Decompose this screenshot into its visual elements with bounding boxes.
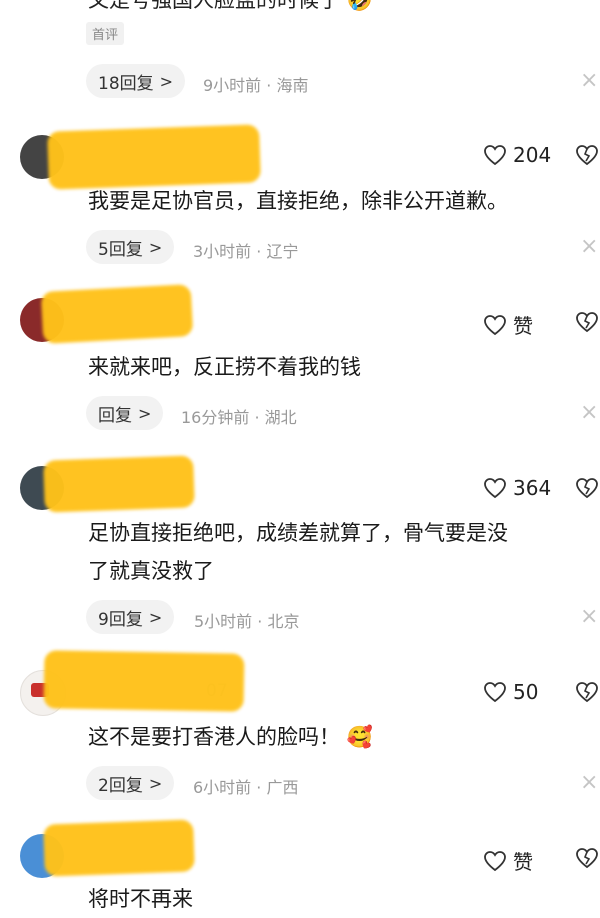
reply-label: 9回复 <box>98 609 143 630</box>
reply-label: 5回复 <box>98 239 143 260</box>
comment-text: 我要是足协官员，直接拒绝，除非公开道歉。 <box>88 189 508 213</box>
chevron-right-icon: > <box>138 403 152 423</box>
first-comment-badge: 首评 <box>86 22 125 45</box>
broken-heart-icon <box>576 848 598 869</box>
chevron-right-icon: > <box>148 607 163 627</box>
like-count: 赞 <box>513 850 533 874</box>
like-count: 204 <box>513 143 552 167</box>
redacted-username <box>40 284 194 344</box>
redacted-username <box>43 650 245 712</box>
heart-icon <box>484 478 506 499</box>
broken-heart-icon <box>576 145 598 166</box>
chevron-right-icon: > <box>159 71 174 91</box>
dislike-button[interactable] <box>574 311 600 337</box>
like-button[interactable]: 204 <box>483 143 551 167</box>
close-icon[interactable]: × <box>580 770 598 795</box>
smile-emoji-icon: 🤣 <box>346 0 373 12</box>
dislike-button[interactable] <box>574 681 600 707</box>
reply-count-button[interactable]: 2回复 > <box>86 766 175 800</box>
broken-heart-icon <box>576 682 598 703</box>
hug-emoji-icon: 🥰 <box>346 725 373 749</box>
comment-meta: 3小时前 · 辽宁 <box>193 242 299 261</box>
reply-label: 2回复 <box>98 775 143 796</box>
comment-meta: 9小时前 · 海南 <box>203 76 309 95</box>
heart-icon <box>484 314 506 335</box>
close-icon[interactable]: × <box>580 68 598 93</box>
redacted-username <box>43 455 195 513</box>
redacted-username <box>43 819 195 877</box>
reply-label: 18回复 <box>98 73 154 94</box>
heart-icon <box>484 682 506 703</box>
heart-icon <box>484 850 506 871</box>
redacted-username <box>47 124 261 190</box>
comment-meta: 5小时前 · 北京 <box>194 612 300 631</box>
comment-text-line-1: 足协直接拒绝吧，成绩差就算了，骨气要是没 <box>88 521 508 545</box>
chevron-right-icon: > <box>148 237 163 257</box>
broken-heart-icon <box>576 478 598 499</box>
like-button[interactable]: 赞 <box>483 310 533 339</box>
like-button[interactable]: 赞 <box>483 846 533 875</box>
reply-count-button[interactable]: 9回复 > <box>86 600 175 634</box>
dislike-button[interactable] <box>574 144 600 170</box>
comment-text-line-2: 了就真没救了 <box>88 559 214 583</box>
comment-text-partial: 又是号强国人脸盆的时候了 🤣 <box>88 0 373 14</box>
reply-count-button[interactable]: 18回复 > <box>86 64 186 98</box>
close-icon[interactable]: × <box>580 234 598 259</box>
chevron-right-icon: > <box>148 773 163 793</box>
comment-meta: 16分钟前 · 湖北 <box>181 408 297 427</box>
reply-count-button[interactable]: 回复 > <box>86 396 164 430</box>
reply-label: 回复 <box>98 405 132 426</box>
like-count: 赞 <box>513 314 533 338</box>
broken-heart-icon <box>576 312 598 333</box>
close-icon[interactable]: × <box>580 604 598 629</box>
comment-text: 这不是要打香港人的脸吗！ 🥰 <box>88 725 373 749</box>
like-button[interactable]: 50 <box>483 680 538 704</box>
dislike-button[interactable] <box>574 847 600 873</box>
close-icon[interactable]: × <box>580 400 598 425</box>
reply-count-button[interactable]: 5回复 > <box>86 230 175 264</box>
like-count: 50 <box>513 680 539 704</box>
comment-text: 来就来吧，反正捞不着我的钱 <box>88 355 361 379</box>
like-button[interactable]: 364 <box>483 476 551 500</box>
heart-icon <box>484 145 506 166</box>
like-count: 364 <box>513 476 552 500</box>
comment-text-partial: 将时不再来 <box>88 887 193 911</box>
dislike-button[interactable] <box>574 477 600 503</box>
comment-meta: 6小时前 · 广西 <box>193 778 299 797</box>
